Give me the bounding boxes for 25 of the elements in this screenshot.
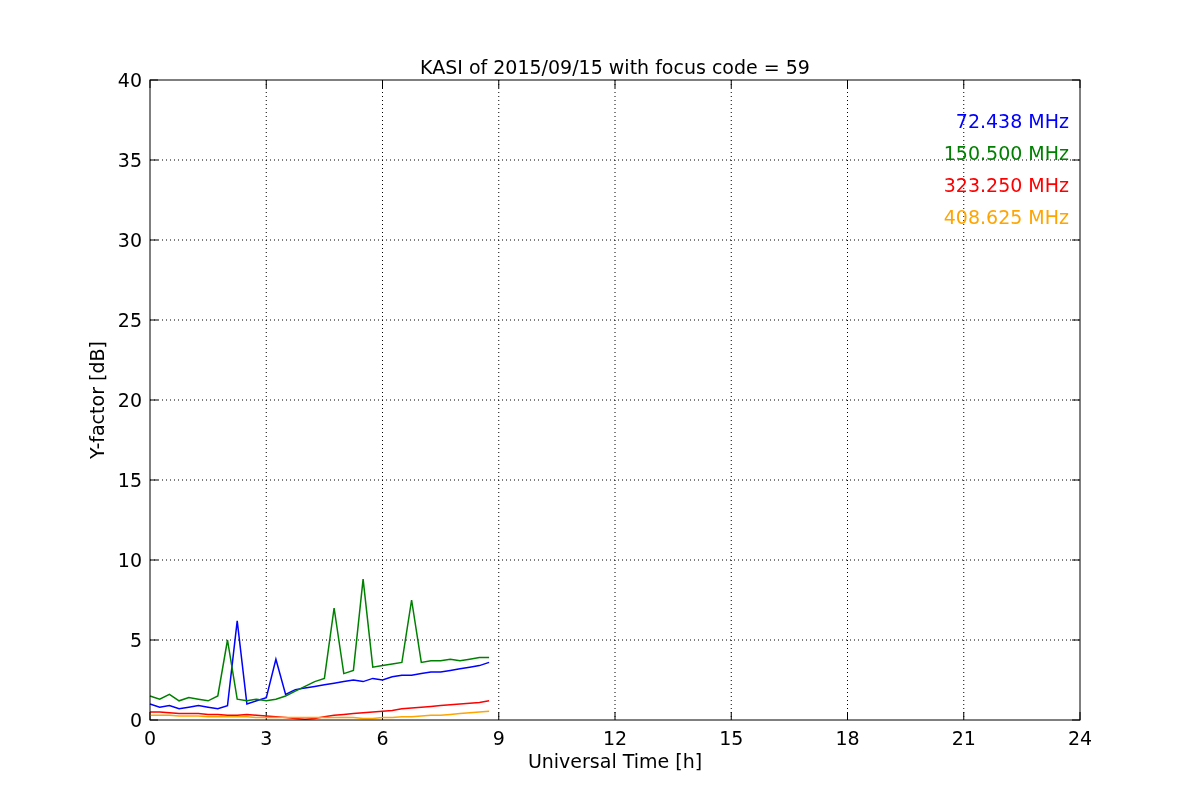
x-tick-label: 24 xyxy=(1067,727,1093,749)
legend-label: 408.625 MHz xyxy=(943,206,1069,228)
x-tick-label: 0 xyxy=(143,727,157,749)
legend-label: 72.438 MHz xyxy=(955,110,1069,132)
y-tick-label: 5 xyxy=(129,629,142,651)
y-tick-label: 20 xyxy=(117,389,142,411)
x-tick-label: 6 xyxy=(376,727,389,749)
legend-label: 323.250 MHz xyxy=(943,174,1069,196)
x-tick-label: 9 xyxy=(492,727,505,749)
legend-label: 150.500 MHz xyxy=(943,142,1069,164)
y-tick-label: 25 xyxy=(117,309,142,331)
y-tick-label: 10 xyxy=(117,549,142,571)
chart-title: KASI of 2015/09/15 with focus code = 59 xyxy=(420,56,810,78)
y-tick-label: 35 xyxy=(117,149,142,171)
x-tick-label: 18 xyxy=(835,727,860,749)
x-axis-label: Universal Time [h] xyxy=(527,750,703,772)
y-tick-label: 0 xyxy=(129,709,142,731)
x-tick-label: 21 xyxy=(951,727,976,749)
x-tick-label: 3 xyxy=(260,727,273,749)
x-tick-label: 15 xyxy=(719,727,744,749)
y-tick-label: 40 xyxy=(117,69,142,91)
y-axis-label: Y-factor [dB] xyxy=(86,341,108,459)
y-tick-label: 15 xyxy=(117,469,142,491)
y-tick-label: 30 xyxy=(117,229,142,251)
x-tick-label: 12 xyxy=(602,727,628,749)
